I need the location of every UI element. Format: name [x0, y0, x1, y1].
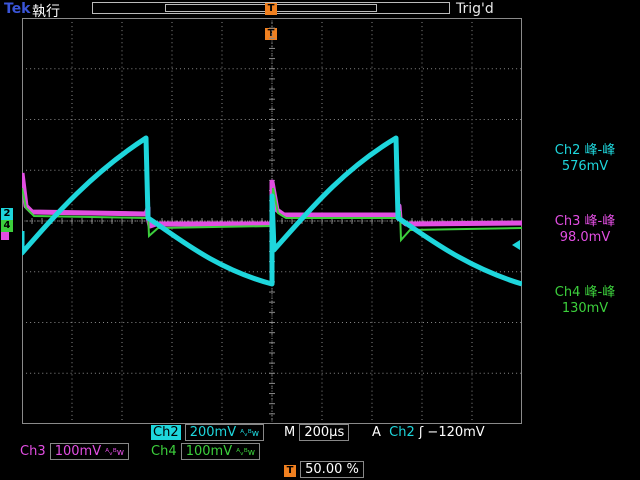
trigger-slope-icon: ʃ [418, 425, 424, 440]
graticule-display [22, 18, 522, 424]
ch4-bandwidth-icon: ᴬᵥᴮw [236, 448, 256, 458]
top-status-bar: Tek 執行 T Trig'd [0, 0, 640, 20]
ch2-measurement: Ch2 峰-峰 576mV [530, 143, 640, 175]
ch4-measurement-value: 130mV [561, 301, 609, 316]
ch2-measurement-label: Ch2 峰-峰 [554, 143, 616, 158]
ch3-label: Ch3 [20, 444, 46, 459]
ch4-ground-marker[interactable]: 4 [1, 220, 13, 232]
ch3-scale-readout[interactable]: Ch3 100mV ᴬᵥᴮw [20, 443, 130, 461]
timebase-readout[interactable]: M 200μs [284, 424, 350, 441]
trigger-position-value: 50.00 % [300, 461, 364, 478]
trigger-state: Trig'd [456, 1, 494, 17]
ch3-measurement-label: Ch3 峰-峰 [554, 214, 616, 229]
trigger-position-readout[interactable]: T 50.00 % [284, 461, 364, 478]
ch3-ground-marker[interactable] [1, 232, 9, 240]
ch2-measurement-value: 576mV [561, 159, 609, 174]
ch4-scale: 100mV [185, 444, 233, 459]
ch4-measurement: Ch4 峰-峰 130mV [530, 285, 640, 317]
trigger-position-icon: T [284, 465, 296, 477]
bandwidth-limit-icon: ᴬᵥᴮw [240, 429, 260, 439]
ch3-scale: 100mV [54, 444, 102, 459]
trigger-position-marker[interactable]: T [265, 3, 277, 15]
ch2-ground-marker[interactable]: 2 [1, 208, 13, 220]
ch3-measurement: Ch3 峰-峰 98.0mV [530, 214, 640, 246]
ch2-scale-readout[interactable]: Ch2 200mV ᴬᵥᴮw [151, 424, 265, 442]
ch4-label: Ch4 [151, 444, 177, 459]
trigger-source: Ch2 [389, 425, 415, 440]
timebase-value: 200μs [299, 424, 350, 441]
ch4-scale-readout[interactable]: Ch4 100mV ᴬᵥᴮw [151, 443, 261, 461]
ch4-measurement-label: Ch4 峰-峰 [554, 285, 616, 300]
timebase-label: M [284, 425, 296, 440]
ch2-label: Ch2 [151, 425, 181, 440]
ch3-bandwidth-icon: ᴬᵥᴮw [105, 448, 125, 458]
trigger-level-arrow[interactable] [512, 240, 520, 250]
trigger-level: −120mV [427, 425, 485, 440]
trigger-mode: A [372, 425, 381, 440]
trigger-readout[interactable]: A Ch2 ʃ −120mV [372, 425, 485, 441]
brand-logo: Tek [4, 1, 31, 17]
ch2-scale: 200mV [189, 425, 237, 440]
ch3-measurement-value: 98.0mV [559, 230, 611, 245]
